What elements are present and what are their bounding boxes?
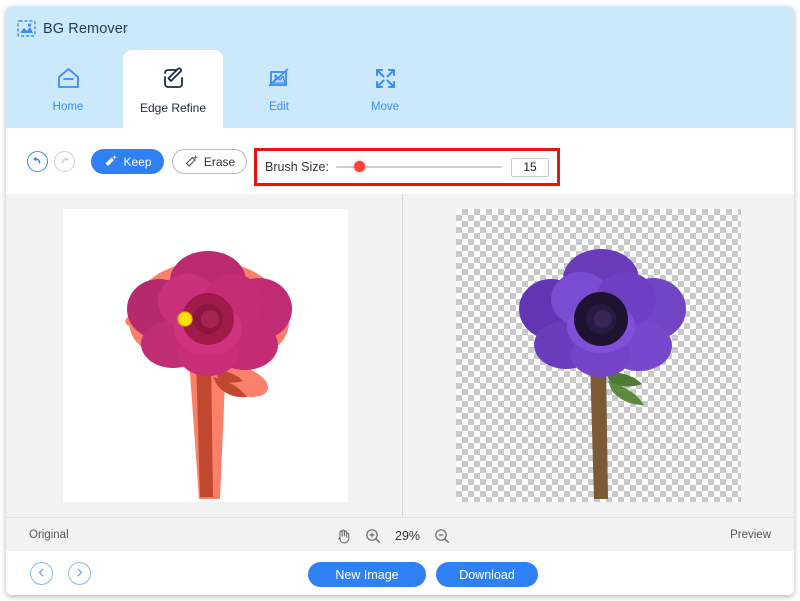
original-image-frame[interactable] xyxy=(63,209,348,502)
edge-refine-pen-icon xyxy=(160,62,187,94)
status-preview-label: Preview xyxy=(730,529,771,541)
preview-flower-image xyxy=(519,249,686,499)
slider-thumb[interactable] xyxy=(354,161,366,172)
download-button[interactable]: Download xyxy=(436,562,538,587)
undo-arrow-icon xyxy=(31,153,44,171)
undo-button[interactable] xyxy=(27,151,48,172)
image-edit-icon xyxy=(266,62,293,94)
home-icon xyxy=(55,62,82,94)
redo-arrow-icon xyxy=(58,153,71,171)
previous-image-button[interactable] xyxy=(30,562,53,585)
tab-edit[interactable]: Edit xyxy=(230,50,328,128)
brush-size-group: Brush Size: 15 xyxy=(254,148,560,186)
brush-size-label: Brush Size: xyxy=(265,160,329,174)
brush-erase-icon xyxy=(184,154,199,170)
footer-bar: New Image Download xyxy=(6,551,794,595)
brush-keep-icon xyxy=(103,154,118,170)
brush-cursor-dot xyxy=(177,311,193,327)
chevron-left-icon xyxy=(36,565,47,583)
zoom-level: 29% xyxy=(395,529,421,543)
tab-edit-label: Edit xyxy=(269,101,289,113)
zoom-in-icon[interactable] xyxy=(365,528,381,544)
tab-home-label: Home xyxy=(52,101,84,113)
tab-edge-refine[interactable]: Edge Refine xyxy=(123,50,223,128)
tab-edge-refine-label: Edge Refine xyxy=(139,101,207,115)
hand-tool-icon[interactable] xyxy=(336,528,351,544)
chevron-right-icon xyxy=(74,565,85,583)
brush-size-value[interactable]: 15 xyxy=(511,157,549,177)
app-title: BG Remover xyxy=(43,20,128,37)
preview-image-frame[interactable] xyxy=(456,209,741,502)
redo-button[interactable] xyxy=(54,151,75,172)
preview-pane[interactable] xyxy=(403,194,794,517)
keep-button-label: Keep xyxy=(123,154,152,169)
tab-home[interactable]: Home xyxy=(19,50,117,128)
original-flower-image xyxy=(125,251,292,499)
zoom-tools: 29% xyxy=(336,527,476,545)
app-window: BG Remover Home Edge Refine Edit Move Ke… xyxy=(6,6,794,595)
image-dashed-icon xyxy=(17,20,36,37)
zoom-out-icon[interactable] xyxy=(434,528,450,544)
new-image-button[interactable]: New Image xyxy=(308,562,426,587)
canvas-area xyxy=(6,194,794,517)
tab-move[interactable]: Move xyxy=(336,50,434,128)
status-original-label: Original xyxy=(29,529,69,541)
next-image-button[interactable] xyxy=(68,562,91,585)
title-bar: BG Remover Home Edge Refine Edit Move xyxy=(6,6,794,128)
tab-bar: Home Edge Refine Edit Move xyxy=(6,50,794,128)
erase-button[interactable]: Erase xyxy=(172,149,247,174)
status-bar: Original 29% Preview xyxy=(6,517,794,552)
keep-button[interactable]: Keep xyxy=(91,149,164,174)
tab-move-label: Move xyxy=(370,101,400,113)
move-arrows-icon xyxy=(372,62,399,94)
brand: BG Remover xyxy=(17,20,128,37)
erase-button-label: Erase xyxy=(203,154,236,169)
original-pane[interactable] xyxy=(6,194,402,517)
brush-size-slider[interactable] xyxy=(335,159,502,175)
